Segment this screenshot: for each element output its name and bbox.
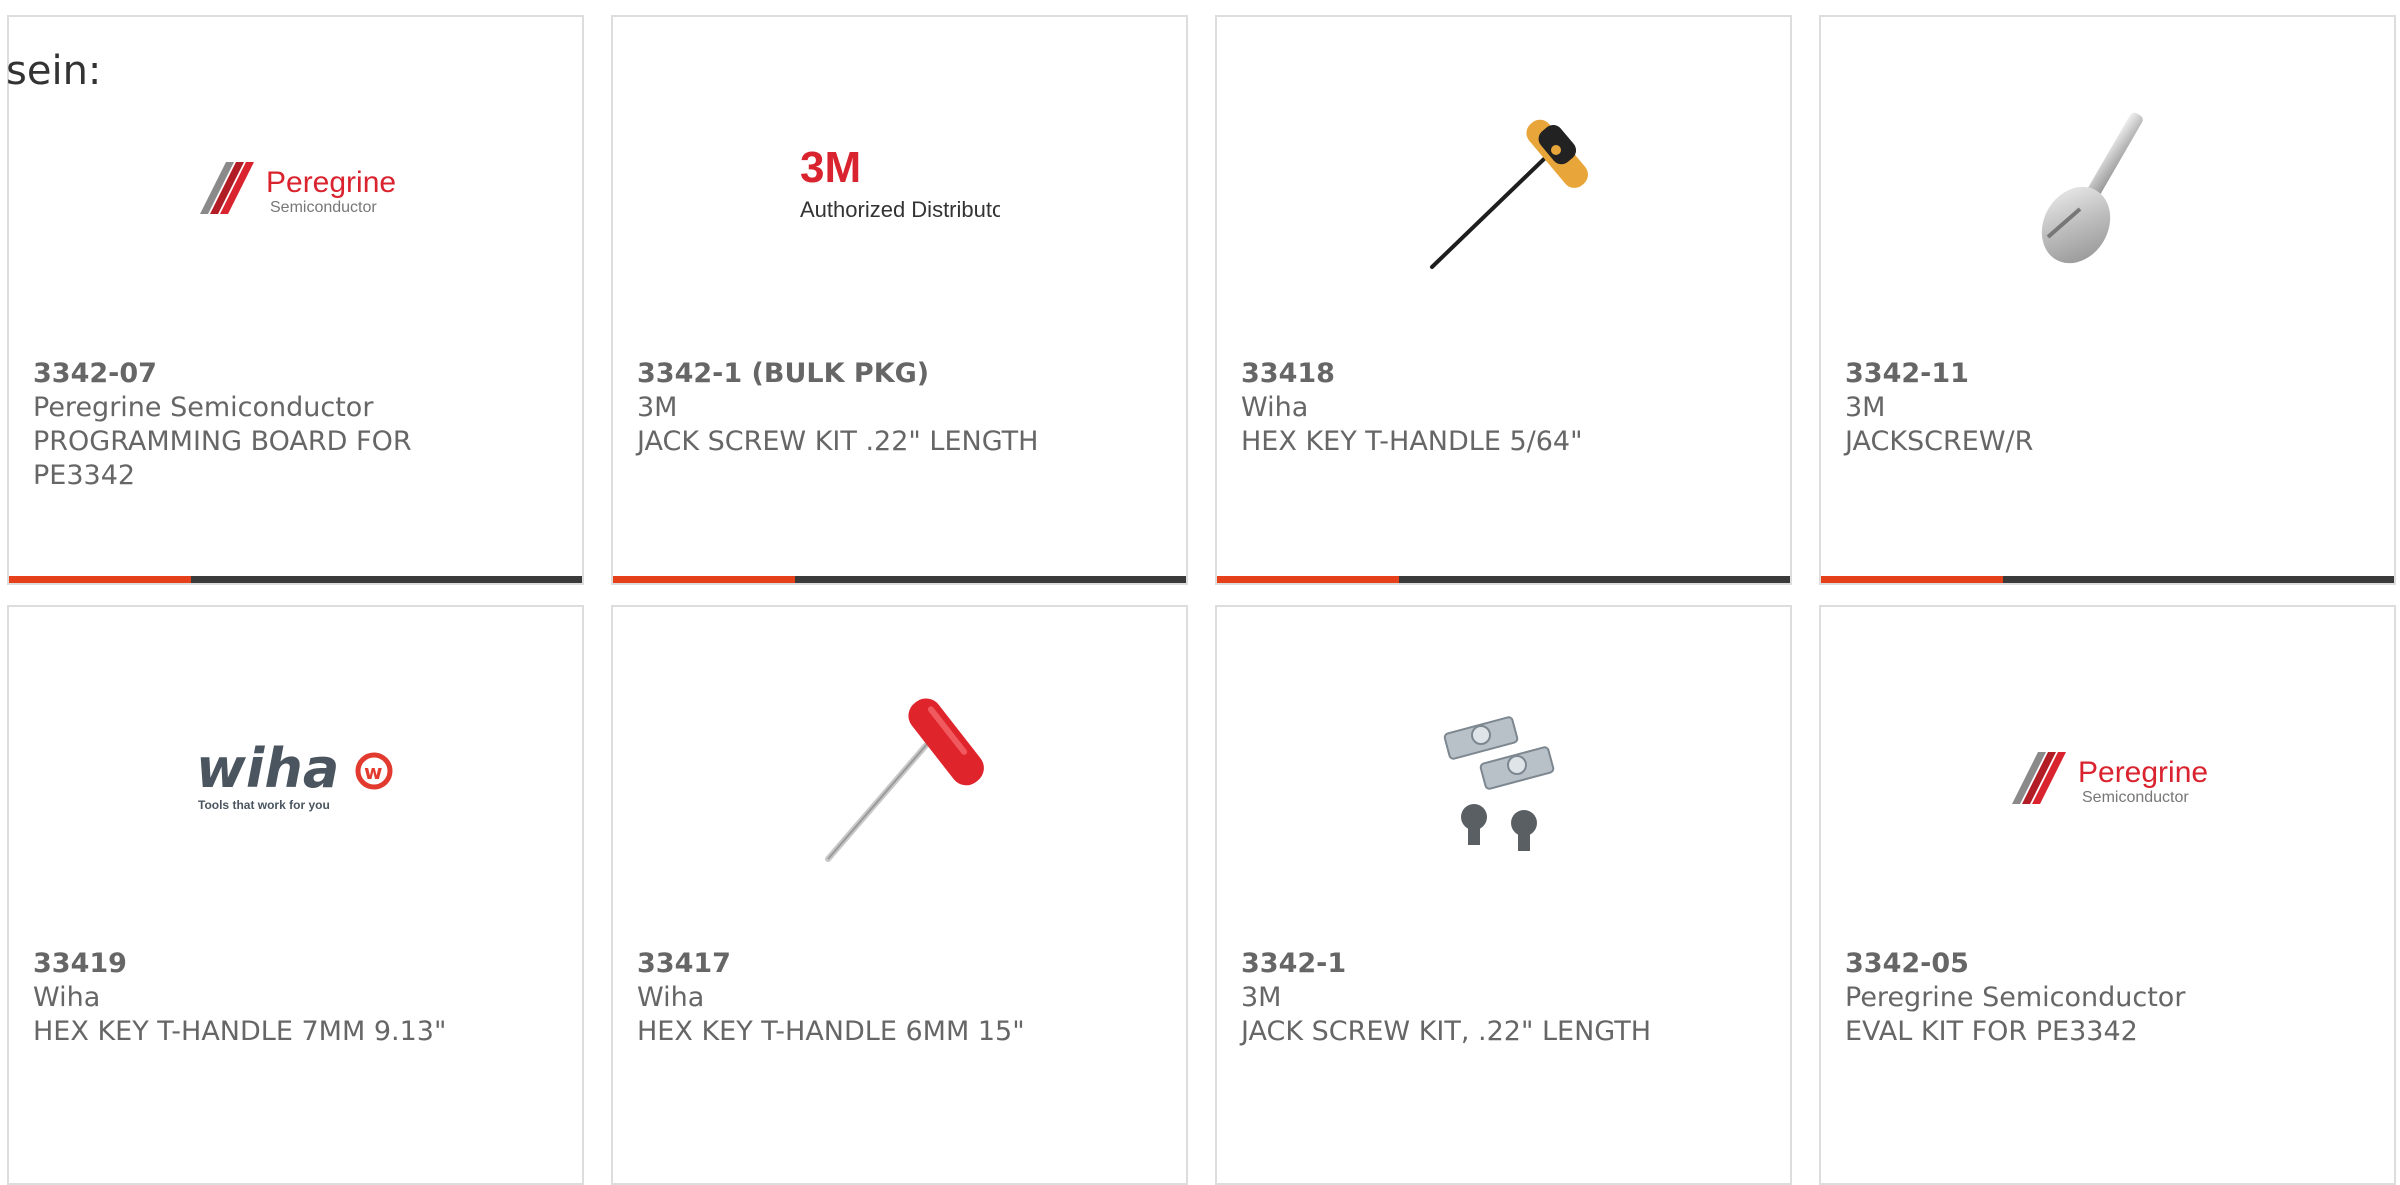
manufacturer: Peregrine Semiconductor — [1845, 982, 2186, 1013]
card-footer-bar — [1217, 576, 1790, 583]
card-footer-bar — [613, 576, 1186, 583]
description: PROGRAMMING BOARD FOR PE3342 — [33, 426, 412, 491]
description: JACKSCREW/R — [1845, 426, 2034, 457]
card-footer-bar — [9, 576, 582, 583]
jackscrew-image[interactable] — [2008, 87, 2208, 287]
svg-text:wiha: wiha — [196, 737, 339, 800]
manufacturer: Wiha — [33, 982, 101, 1013]
product-card[interactable]: 3342-11 3M JACKSCREW/R — [1819, 15, 2396, 585]
peregrine-logo-image[interactable]: Peregrine Semiconductor — [2008, 677, 2208, 877]
svg-text:3M: 3M — [800, 143, 861, 192]
svg-text:w: w — [364, 760, 382, 784]
description: HEX KEY T-HANDLE 5/64" — [1241, 426, 1583, 457]
product-card[interactable]: 33418 Wiha HEX KEY T-HANDLE 5/64" — [1215, 15, 1792, 585]
part-number[interactable]: 3342-07 — [33, 357, 558, 391]
hex-key-image[interactable] — [1404, 87, 1604, 287]
svg-text:Peregrine: Peregrine — [266, 166, 396, 199]
manufacturer: 3M — [1241, 982, 1282, 1013]
product-info: 3342-05 Peregrine Semiconductor EVAL KIT… — [1845, 947, 2370, 1049]
red-hex-key-image[interactable] — [800, 677, 1000, 877]
intro-text: sein: — [6, 48, 102, 94]
manufacturer: Wiha — [1241, 392, 1309, 423]
svg-text:Peregrine: Peregrine — [2078, 756, 2208, 789]
product-info: 33419 Wiha HEX KEY T-HANDLE 7MM 9.13" — [33, 947, 558, 1049]
manufacturer: Wiha — [637, 982, 705, 1013]
peregrine-logo-icon: Peregrine Semiconductor — [2011, 752, 2208, 806]
product-card[interactable]: Peregrine Semiconductor 3342-07 Peregrin… — [7, 15, 584, 585]
manufacturer: 3M — [1845, 392, 1886, 423]
manufacturer: Peregrine Semiconductor — [33, 392, 374, 423]
product-info: 3342-11 3M JACKSCREW/R — [1845, 357, 2370, 459]
product-card[interactable]: 3342-1 3M JACK SCREW KIT, .22" LENGTH — [1215, 605, 1792, 1185]
part-number[interactable]: 3342-11 — [1845, 357, 2370, 391]
peregrine-logo-icon: Peregrine Semiconductor — [199, 162, 396, 216]
red-hex-key-icon — [824, 698, 984, 862]
part-number[interactable]: 33417 — [637, 947, 1162, 981]
svg-text:Semiconductor: Semiconductor — [270, 199, 377, 216]
product-info: 3342-1 3M JACK SCREW KIT, .22" LENGTH — [1241, 947, 1766, 1049]
svg-text:Authorized Distributor: Authorized Distributor — [800, 197, 1000, 222]
manufacturer: 3M — [637, 392, 678, 423]
3m-logo-image[interactable]: 3M Authorized Distributor — [800, 87, 1000, 287]
description: HEX KEY T-HANDLE 7MM 9.13" — [33, 1016, 447, 1047]
jack-screw-kit-icon — [1443, 716, 1554, 851]
svg-text:Semiconductor: Semiconductor — [2082, 789, 2189, 806]
jack-screw-kit-image[interactable] — [1404, 677, 1604, 877]
product-info: 3342-1 (BULK PKG) 3M JACK SCREW KIT .22"… — [637, 357, 1162, 459]
description: JACK SCREW KIT .22" LENGTH — [637, 426, 1039, 457]
wiha-logo-image[interactable]: wiha w Tools that work for you — [196, 677, 396, 877]
product-card[interactable]: 33417 Wiha HEX KEY T-HANDLE 6MM 15" — [611, 605, 1188, 1185]
part-number[interactable]: 3342-05 — [1845, 947, 2370, 981]
product-info: 3342-07 Peregrine Semiconductor PROGRAMM… — [33, 357, 558, 493]
product-card[interactable]: wiha w Tools that work for you 33419 Wih… — [7, 605, 584, 1185]
jackscrew-icon — [2041, 112, 2143, 264]
3m-logo-icon: 3M Authorized Distributor — [800, 143, 1000, 222]
description: HEX KEY T-HANDLE 6MM 15" — [637, 1016, 1025, 1047]
part-number[interactable]: 33419 — [33, 947, 558, 981]
svg-text:Tools that work for you: Tools that work for you — [198, 798, 330, 812]
part-number[interactable]: 3342-1 — [1241, 947, 1766, 981]
part-number[interactable]: 3342-1 (BULK PKG) — [637, 357, 1162, 391]
card-footer-bar — [1821, 576, 2394, 583]
product-info: 33417 Wiha HEX KEY T-HANDLE 6MM 15" — [637, 947, 1162, 1049]
product-info: 33418 Wiha HEX KEY T-HANDLE 5/64" — [1241, 357, 1766, 459]
description: JACK SCREW KIT, .22" LENGTH — [1241, 1016, 1652, 1047]
wiha-logo-icon: wiha w Tools that work for you — [196, 737, 392, 812]
description: EVAL KIT FOR PE3342 — [1845, 1016, 2138, 1047]
product-card[interactable]: 3M Authorized Distributor 3342-1 (BULK P… — [611, 15, 1188, 585]
peregrine-logo-image[interactable]: Peregrine Semiconductor — [196, 87, 396, 287]
hex-key-icon — [1429, 119, 1588, 269]
part-number[interactable]: 33418 — [1241, 357, 1766, 391]
product-card[interactable]: Peregrine Semiconductor 3342-05 Peregrin… — [1819, 605, 2396, 1185]
